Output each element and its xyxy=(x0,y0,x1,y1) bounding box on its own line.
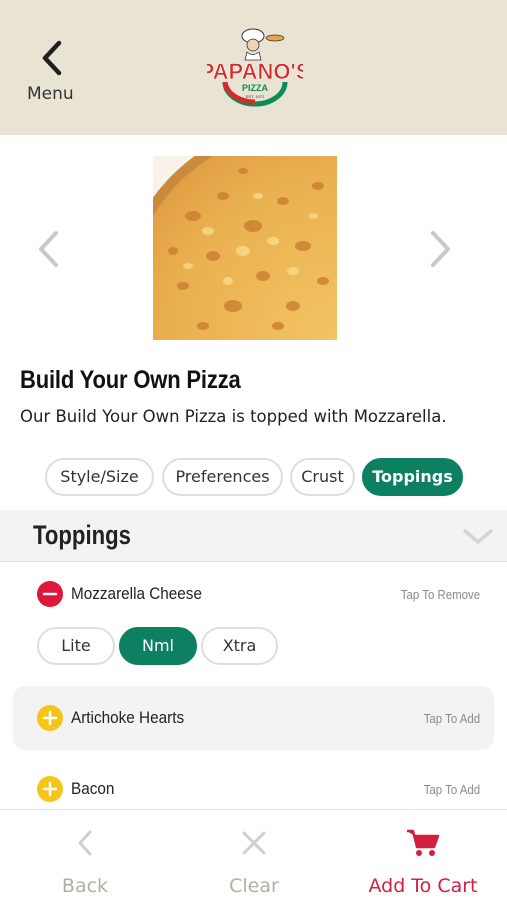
svg-text:PIZZA: PIZZA xyxy=(242,83,268,93)
carousel-next-icon[interactable] xyxy=(428,230,454,268)
shopping-cart-icon xyxy=(407,829,440,856)
logo-brand: PAPANO'S xyxy=(207,59,303,84)
product-image-carousel xyxy=(0,135,507,360)
back-label: Back xyxy=(61,875,109,897)
chevron-down-icon xyxy=(463,529,493,544)
remove-topping-icon[interactable] xyxy=(37,581,63,607)
tab-toppings[interactable]: Toppings xyxy=(362,458,463,496)
topping-name: Bacon xyxy=(71,779,115,798)
topping-name: Artichoke Hearts xyxy=(71,708,185,727)
topping-row-mozzarella[interactable]: Mozzarella Cheese Tap To Remove xyxy=(0,570,507,620)
topping-action-hint: Tap To Remove xyxy=(400,587,480,602)
amount-extra[interactable]: Xtra xyxy=(201,627,278,665)
add-topping-icon[interactable] xyxy=(37,776,63,802)
topping-row-artichoke[interactable]: Artichoke Hearts Tap To Add xyxy=(13,686,494,750)
clear-button[interactable]: Clear xyxy=(199,810,309,900)
topping-name: Mozzarella Cheese xyxy=(71,584,202,603)
pizza-photo xyxy=(153,156,337,340)
tab-style-size[interactable]: Style/Size xyxy=(45,458,154,496)
svg-text:EST. 1972: EST. 1972 xyxy=(246,94,265,99)
chevron-left-icon xyxy=(42,40,62,76)
carousel-prev-icon[interactable] xyxy=(35,230,61,268)
papanos-pizza-logo: PAPANO'S PIZZA EST. 1972 xyxy=(207,28,303,107)
add-to-cart-label: Add To Cart xyxy=(368,875,478,897)
topping-row-bacon[interactable]: Bacon Tap To Add xyxy=(0,770,507,809)
add-topping-icon[interactable] xyxy=(37,705,63,731)
close-icon xyxy=(242,831,266,855)
menu-label: Menu xyxy=(27,84,74,104)
toppings-section-header[interactable]: Toppings xyxy=(0,510,507,562)
topping-action-hint: Tap To Add xyxy=(423,782,480,797)
add-to-cart-button[interactable]: Add To Cart xyxy=(355,810,491,900)
clear-label: Clear xyxy=(229,875,279,897)
back-button[interactable]: Back xyxy=(30,810,140,900)
product-title: Build Your Own Pizza xyxy=(20,366,241,394)
amount-lite[interactable]: Lite xyxy=(37,627,115,665)
app-header: Menu PAPANO'S PIZZA EST. 1972 xyxy=(0,0,507,135)
bottom-action-bar: Back Clear Add To Cart xyxy=(0,809,507,900)
amount-normal[interactable]: Nml xyxy=(119,627,197,665)
menu-back-button[interactable]: Menu xyxy=(22,38,82,108)
chevron-left-icon xyxy=(78,830,92,856)
product-description: Our Build Your Own Pizza is topped with … xyxy=(20,407,447,426)
topping-action-hint: Tap To Add xyxy=(423,711,480,726)
tab-crust[interactable]: Crust xyxy=(290,458,355,496)
tab-preferences[interactable]: Preferences xyxy=(162,458,283,496)
section-title: Toppings xyxy=(33,520,131,550)
